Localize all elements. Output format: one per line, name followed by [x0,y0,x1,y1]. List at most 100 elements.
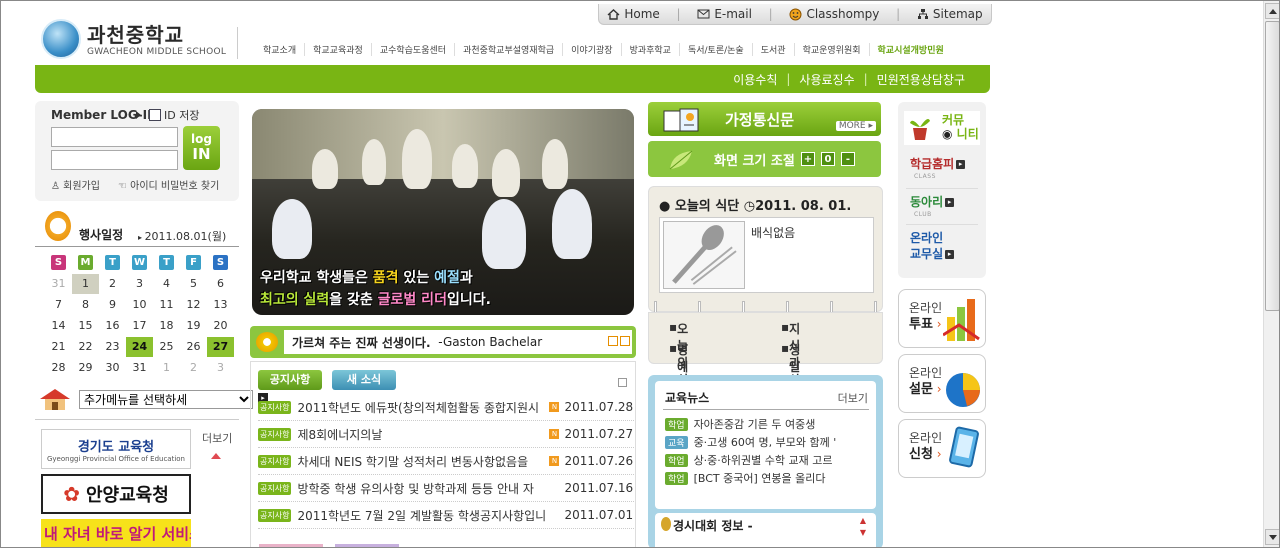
scroll-thumb[interactable] [1265,21,1279,311]
nav-item-facility-open[interactable]: 학교시설개방민원 [868,43,952,56]
scroll-down-button[interactable] [1265,529,1279,545]
child-info-banner[interactable]: 내 자녀 바로 알기 서비스 [41,519,191,547]
calendar-day[interactable]: 28 [45,361,72,374]
notice-row[interactable]: 공지사항 2011학년도 에듀팟(창의적체험활동 종합지원시 N 2011.07.28 [258,394,634,421]
nav-item-library[interactable]: 도서관 [751,43,794,56]
user-id-input[interactable] [51,127,178,147]
home-newsletter-button[interactable]: 가정통신문 MORE ▸ [648,102,881,136]
school-logo[interactable]: 과천중학교 GWACHEON MIDDLE SCHOOL [39,17,239,61]
calendar-day[interactable]: 10 [126,298,153,311]
banner-more-link[interactable]: 더보기 [202,430,232,446]
edu-news-more[interactable]: 더보기 [838,390,868,406]
notice-row[interactable]: 공지사항 차세대 NEIS 학기말 성적처리 변동사항없음을 N 2011.07.26 [258,448,634,475]
home-newsletter-more[interactable]: MORE ▸ [835,121,876,131]
nav-item-story-plaza[interactable]: 이야기광장 [562,43,620,56]
quick-link-knowledge[interactable]: ▪ 지식과 상식 [781,320,800,404]
anyang-edu-banner[interactable]: ✿ 안양교육청 [41,474,191,514]
calendar-day[interactable]: 31 [126,361,153,374]
play-button[interactable] [608,336,618,346]
calendar-day[interactable]: 26 [180,340,207,353]
notice-row[interactable]: 공지사항 제8회에너지의날 N 2011.07.27 [258,421,634,448]
join-link[interactable]: ♙ 회원가입 [51,177,100,192]
calendar-day[interactable]: 20 [207,319,234,332]
calendar-day[interactable]: 19 [180,319,207,332]
online-apply-button[interactable]: 온라인 신청 › [898,419,986,478]
calendar-day[interactable]: 29 [72,361,99,374]
subnav-rules[interactable]: 이용수칙 [724,71,786,88]
nav-item-after-school[interactable]: 방과후학교 [620,43,679,56]
calendar-day[interactable]: 14 [45,319,72,332]
calendar-day[interactable]: 18 [153,319,180,332]
bottom-tab[interactable] [259,544,323,547]
online-staffroom-link[interactable]: 온라인 교무실 ▸ [910,230,955,262]
font-increase-button[interactable]: + [801,152,815,166]
bottom-tab[interactable] [335,544,399,547]
edu-news-row[interactable]: 학업 상·중·하위권별 수학 교재 고르 [665,451,870,469]
login-button[interactable]: log IN [183,126,220,170]
sitemap-link[interactable]: Sitemap [917,7,983,21]
calendar-day[interactable]: 8 [72,298,99,311]
find-account-link[interactable]: ☜ 아이디 비밀번호 찾기 [118,177,219,192]
nav-item-reading[interactable]: 독서/토론/논술 [678,43,752,56]
calendar-day[interactable]: 22 [72,340,99,353]
quick-link-birthday[interactable]: ▪ 생일 축하 [781,341,800,408]
nav-item-curriculum[interactable]: 학교교육과정 [304,43,371,56]
calendar-day[interactable]: 25 [153,340,180,353]
nav-item-learning-center[interactable]: 교수학습도움센터 [370,43,454,56]
calendar-day[interactable]: 2 [99,277,126,290]
gyeonggi-edu-banner[interactable]: 경기도 교육청 Gyeonggi Provincial Office of Ed… [41,429,191,469]
online-vote-button[interactable]: 온라인 투표 › [898,289,986,348]
notice-title[interactable]: 2011학년도 7월 2일 계발활동 학생공지사항입니 [297,507,547,524]
calendar-day[interactable]: 23 [99,340,126,353]
schedule-date[interactable]: ▸ 2011.08.01(월) [138,228,226,244]
tab-news[interactable]: 새 소식 [332,370,396,390]
email-link[interactable]: E-mail [697,7,752,21]
home-link[interactable]: Home [607,7,660,21]
notice-row[interactable]: 공지사항 2011학년도 7월 2일 계발활동 학생공지사항입니 2011.07.0… [258,502,634,529]
edu-news-row[interactable]: 학업 자아존중감 기른 두 여중생 [665,415,870,433]
add-menu-select[interactable]: 추가메뉴를 선택하세 [79,390,253,409]
font-decrease-button[interactable]: - [841,152,855,166]
notice-more-button[interactable] [618,378,627,387]
calendar-day[interactable]: 17 [126,319,153,332]
notice-title[interactable]: 제8회에너지의날 [297,426,547,443]
class-homepage-link[interactable]: 학급홈피 ▸ [910,156,966,172]
calendar-day[interactable]: 7 [45,298,72,311]
notice-title[interactable]: 2011학년도 에듀팟(창의적체험활동 종합지원시 [297,399,547,416]
password-input[interactable] [51,150,178,170]
contest-scroll[interactable]: ▲ ▼ [860,515,866,539]
calendar-day[interactable]: 16 [99,319,126,332]
calendar-day[interactable]: 31 [45,277,72,290]
calendar-day[interactable]: 27 [207,336,234,357]
calendar-day[interactable]: 5 [180,277,207,290]
vertical-scrollbar[interactable] [1263,1,1279,547]
calendar-day[interactable]: 3 [207,361,234,374]
tab-notice[interactable]: 공지사항 [258,370,322,390]
notice-title[interactable]: 차세대 NEIS 학기말 성적처리 변동사항없음을 [297,453,547,470]
calendar-day[interactable]: 3 [126,277,153,290]
calendar-day[interactable]: 4 [153,277,180,290]
edu-news-row[interactable]: 교육 중·고생 60여 명, 부모와 함께 ' [665,433,870,451]
calendar-day[interactable]: 21 [45,340,72,353]
nav-item-committee[interactable]: 학교운영위원회 [793,43,869,56]
calendar-day[interactable]: 12 [180,298,207,311]
calendar-day[interactable]: 11 [153,298,180,311]
calendar-day[interactable]: 1 [72,273,99,294]
subnav-fees[interactable]: 사용료징수 [790,71,863,88]
font-reset-button[interactable]: 0 [821,152,835,166]
calendar-day[interactable]: 6 [207,277,234,290]
save-id-checkbox[interactable]: ID 저장 [149,107,199,123]
up-arrow-icon[interactable] [211,453,221,459]
quick-link-meal[interactable]: ▪ 오늘의 식단 [669,320,688,404]
calendar-day[interactable]: 2 [180,361,207,374]
calendar-day[interactable]: 13 [207,298,234,311]
online-survey-button[interactable]: 온라인 설문 › [898,354,986,413]
calendar-day[interactable]: 9 [99,298,126,311]
subnav-complaint[interactable]: 민원전용상담창구 [868,71,974,88]
nav-item-gifted-class[interactable]: 과천중학교부설영재학급 [454,43,562,56]
calendar-day[interactable]: 24 [126,336,153,357]
club-link[interactable]: 동아리 ▸ [910,194,955,210]
edu-news-row[interactable]: 학업 [BCT 중국어] 연봉을 올리다 [665,469,870,487]
pause-button[interactable] [620,336,630,346]
calendar-day[interactable]: 1 [153,361,180,374]
